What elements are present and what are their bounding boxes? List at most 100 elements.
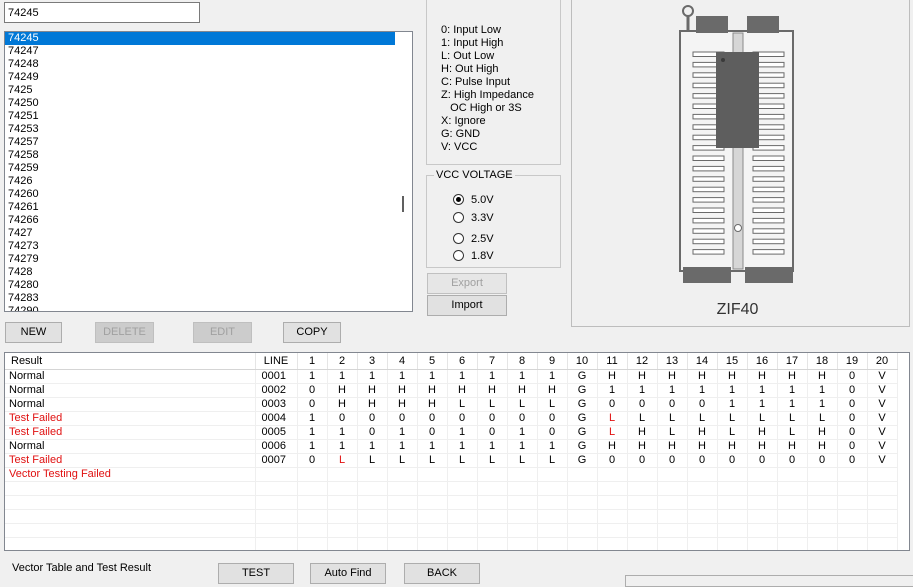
column-header[interactable]: 5 [417, 353, 448, 370]
chip-list-item[interactable]: 74245 [5, 32, 396, 45]
column-header[interactable]: 16 [747, 353, 778, 370]
chip-list-scrollbar[interactable] [395, 32, 412, 311]
pin-cell: G [567, 369, 598, 384]
pin-cell: L [687, 411, 718, 426]
vcc-option-1[interactable]: 3.3V [453, 211, 494, 225]
column-header[interactable]: 9 [537, 353, 568, 370]
chip-list-item[interactable]: 7427 [5, 227, 396, 240]
column-header[interactable]: 10 [567, 353, 598, 370]
column-header[interactable]: 20 [867, 353, 898, 370]
chip-list-scroll-thumb[interactable] [402, 196, 404, 212]
table-row[interactable]: Normal 0003 0 H H H H L L L L G 0 0 0 0 1 1 1 1 0 V [5, 397, 898, 412]
chip-list-item[interactable]: 74250 [5, 97, 396, 110]
column-header[interactable]: 1 [297, 353, 328, 370]
empty-cell [507, 537, 538, 550]
vcc-option-3[interactable]: 1.8V [453, 249, 494, 263]
result-cell: Test Failed [5, 411, 256, 426]
vcc-option-2[interactable]: 2.5V [453, 232, 494, 246]
chip-list-item[interactable]: 74251 [5, 110, 396, 123]
copy-button[interactable]: COPY [283, 322, 341, 343]
column-header[interactable]: 17 [777, 353, 808, 370]
table-row[interactable]: Vector Testing Failed [5, 467, 898, 482]
table-row[interactable] [5, 537, 898, 550]
auto-find-button[interactable]: Auto Find [310, 563, 386, 584]
chip-list[interactable]: 74245 74247 74248 74249 7425 74250 74251 74253 7… [4, 31, 413, 312]
chip-list-item[interactable]: 74253 [5, 123, 396, 136]
chip-list-item[interactable]: 74249 [5, 71, 396, 84]
chip-list-item[interactable]: 74258 [5, 149, 396, 162]
pin-cell: L [597, 425, 628, 440]
chip-list-item[interactable]: 7428 [5, 266, 396, 279]
column-header[interactable]: 3 [357, 353, 388, 370]
table-row[interactable]: Normal 0006 1 1 1 1 1 1 1 1 1 G H H H H H H H H 0 V [5, 439, 898, 454]
empty-cell [747, 537, 778, 550]
radio-button[interactable] [453, 250, 464, 261]
chip-list-item[interactable]: 74261 [5, 201, 396, 214]
radio-button[interactable] [453, 194, 464, 205]
chip-list-item[interactable]: 7425 [5, 84, 396, 97]
column-header[interactable]: 2 [327, 353, 358, 370]
empty-cell [807, 495, 838, 510]
column-header[interactable]: 18 [807, 353, 838, 370]
back-button[interactable]: BACK [404, 563, 480, 584]
empty-cell [507, 495, 538, 510]
table-row[interactable] [5, 509, 898, 524]
column-header[interactable]: Result [5, 353, 256, 370]
pin-slot-left [692, 186, 725, 193]
chip-list-item[interactable]: 74290 [5, 305, 396, 311]
column-header[interactable]: 11 [597, 353, 628, 370]
pin-cell: 1 [687, 383, 718, 398]
empty-cell [627, 523, 658, 538]
pin-cell: 1 [477, 439, 508, 454]
chip-list-item[interactable]: 74248 [5, 58, 396, 71]
chip-list-item[interactable]: 74260 [5, 188, 396, 201]
export-button[interactable]: Export [427, 273, 507, 294]
import-button[interactable]: Import [427, 295, 507, 316]
chip-search-input[interactable] [4, 2, 200, 23]
edit-button[interactable]: EDIT [193, 322, 252, 343]
column-header[interactable]: 4 [387, 353, 418, 370]
table-row[interactable]: Normal 0001 1 1 1 1 1 1 1 1 1 G H H H H H H H H 0 V [5, 369, 898, 384]
radio-button[interactable] [453, 212, 464, 223]
chip-list-item[interactable]: 74283 [5, 292, 396, 305]
chip-list-item[interactable]: 74259 [5, 162, 396, 175]
column-header[interactable]: 12 [627, 353, 658, 370]
empty-cell [657, 481, 688, 496]
chip-list-item[interactable]: 74247 [5, 45, 396, 58]
pin-cell: H [747, 369, 778, 384]
result-cell: Test Failed [5, 425, 256, 440]
pin-cell: H [447, 383, 478, 398]
column-header[interactable]: 7 [477, 353, 508, 370]
new-button[interactable]: NEW [5, 322, 62, 343]
pin-cell [417, 467, 448, 482]
table-row[interactable]: Test Failed 0007 0 L L L L L L L L G 0 0 0 0 0 0 0 0 0 V [5, 453, 898, 468]
column-header[interactable]: LINE [255, 353, 298, 370]
delete-button[interactable]: DELETE [95, 322, 154, 343]
chip-list-item[interactable]: 74280 [5, 279, 396, 292]
pin-cell: L [387, 453, 418, 468]
column-header[interactable]: 8 [507, 353, 538, 370]
table-row[interactable]: Normal 0002 0 H H H H H H H H G 1 1 1 1 1 1 1 1 0 V [5, 383, 898, 398]
radio-button[interactable] [453, 233, 464, 244]
table-row[interactable] [5, 495, 898, 510]
column-header[interactable]: 15 [717, 353, 748, 370]
column-header[interactable]: 19 [837, 353, 868, 370]
result-table-container[interactable]: Result LINE 1 2 3 4 5 6 7 8 9 10 11 12 13 14 15 16 17 18 19 2… [4, 352, 910, 551]
chip-list-item[interactable]: 74273 [5, 240, 396, 253]
chip-list-item[interactable]: 74279 [5, 253, 396, 266]
chip-list-item[interactable]: 74257 [5, 136, 396, 149]
pin-slot-left [692, 155, 725, 161]
test-button[interactable]: TEST [218, 563, 294, 584]
table-row[interactable]: Test Failed 0004 1 0 0 0 0 0 0 0 0 G L L L L L L L L 0 V [5, 411, 898, 426]
vcc-option-0[interactable]: 5.0V [453, 193, 494, 207]
chip-list-item[interactable]: 7426 [5, 175, 396, 188]
column-header[interactable]: 6 [447, 353, 478, 370]
table-row[interactable] [5, 523, 898, 538]
empty-cell [867, 523, 898, 538]
column-header[interactable]: 14 [687, 353, 718, 370]
chip-list-item[interactable]: 74266 [5, 214, 396, 227]
table-row[interactable] [5, 481, 898, 496]
table-row[interactable]: Test Failed 0005 1 1 0 1 0 1 0 1 0 G L H L H L H L H 0 V [5, 425, 898, 440]
column-header[interactable]: 13 [657, 353, 688, 370]
pin-cell: 1 [357, 439, 388, 454]
